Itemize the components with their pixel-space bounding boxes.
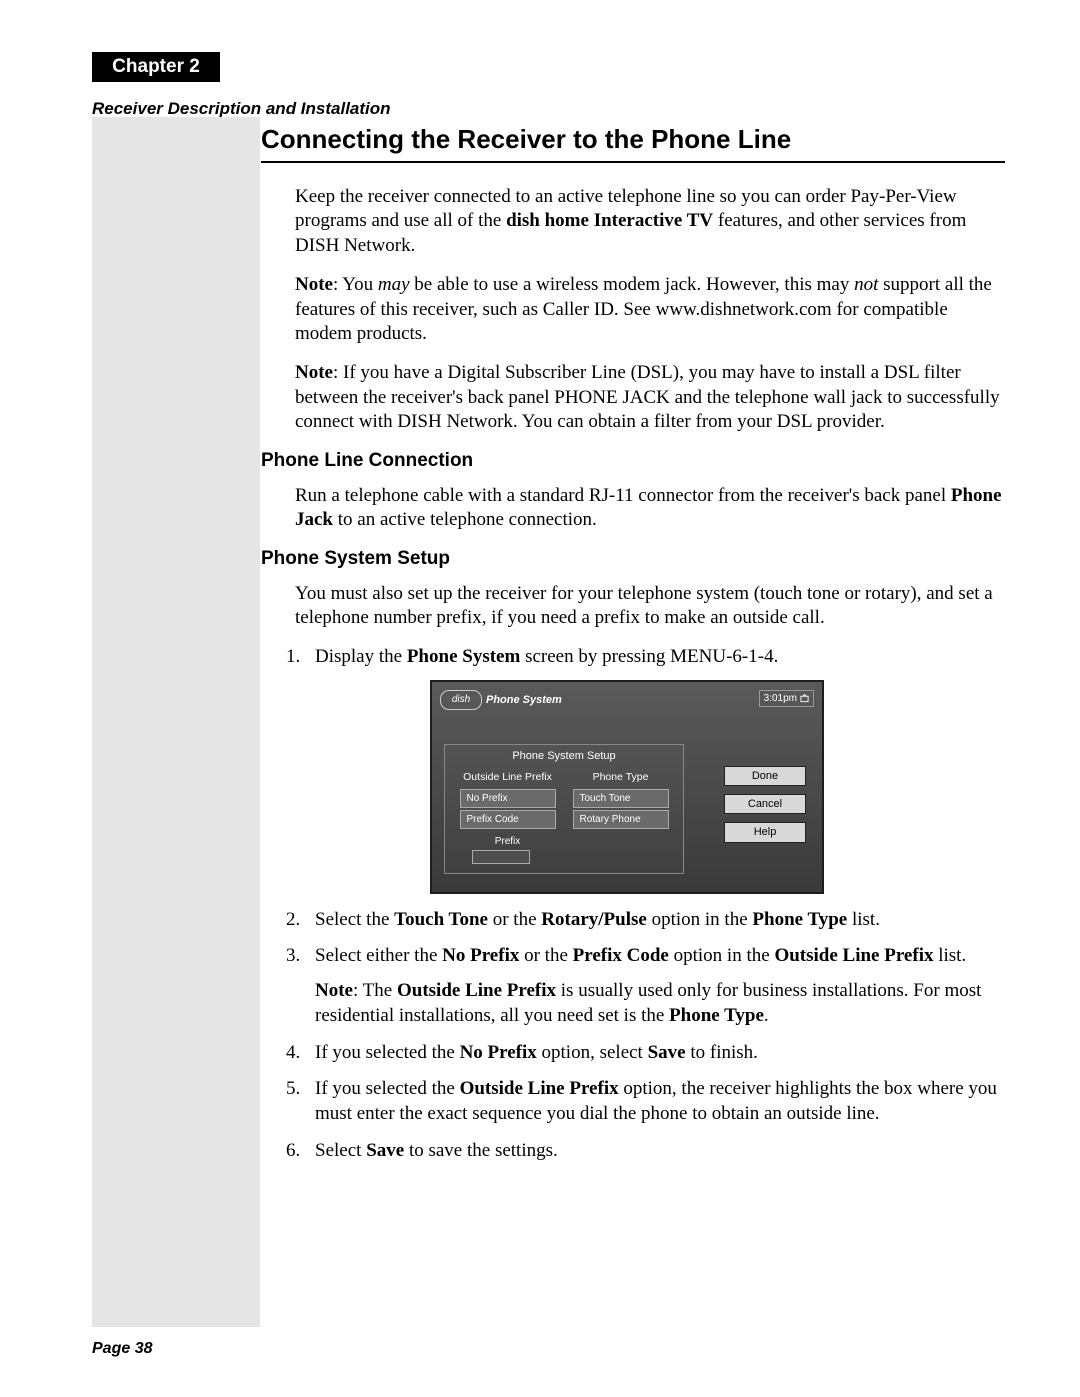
step-2: Select the Touch Tone or the Rotary/Puls…: [305, 908, 1005, 933]
text: option in the: [669, 945, 775, 966]
step-6: Select Save to save the settings.: [305, 1139, 1005, 1164]
text: option, select: [537, 1042, 648, 1063]
text: If you selected the: [315, 1078, 460, 1099]
text: If you selected the: [315, 1042, 460, 1063]
text: Run a telephone cable with a standard RJ…: [295, 485, 951, 506]
text: .: [764, 1005, 769, 1026]
note-label: Note: [295, 274, 333, 295]
note-1: Note: You may be able to use a wireless …: [295, 273, 1005, 347]
bold-text: Outside Line Prefix: [397, 980, 556, 1001]
text: to save the settings.: [404, 1140, 558, 1161]
text: : You: [333, 274, 378, 295]
text: Display the: [315, 646, 407, 667]
document-page: Chapter 2 Receiver Description and Insta…: [0, 0, 1080, 1397]
col1-head: Outside Line Prefix: [460, 771, 556, 785]
option-no-prefix[interactable]: No Prefix: [460, 789, 556, 808]
phone-line-connection-text: Run a telephone cable with a standard RJ…: [295, 484, 1005, 533]
dish-logo: dish: [440, 690, 482, 710]
text: option in the: [647, 909, 753, 930]
bold-text: Outside Line Prefix: [460, 1078, 619, 1099]
step-4: If you selected the No Prefix option, se…: [305, 1041, 1005, 1066]
page-number: Page 38: [92, 1339, 152, 1360]
text: Select: [315, 1140, 366, 1161]
tv-clock: 3:01pm: [759, 690, 814, 707]
option-prefix-code[interactable]: Prefix Code: [460, 810, 556, 829]
text: list.: [933, 945, 966, 966]
italic-text: not: [854, 274, 878, 295]
intro-block: Keep the receiver connected to an active…: [295, 185, 1005, 435]
text: list.: [847, 909, 880, 930]
text: to finish.: [686, 1042, 758, 1063]
text: Select either the: [315, 945, 442, 966]
phone-system-intro-text: You must also set up the receiver for yo…: [295, 582, 1005, 631]
text: screen by pressing MENU-6-1-4.: [520, 646, 778, 667]
col-phone-type: Phone Type Touch Tone Rotary Phone: [573, 771, 669, 864]
bold-text: Prefix Code: [573, 945, 669, 966]
prefix-label: Prefix: [460, 835, 556, 848]
subheading-phone-line-connection: Phone Line Connection: [261, 449, 1005, 474]
phone-system-intro: You must also set up the receiver for yo…: [295, 582, 1005, 631]
tv-buttons: Done Cancel Help: [724, 766, 806, 843]
help-button[interactable]: Help: [724, 822, 806, 842]
tv-screen: dish Phone System 3:01pm Phone System Se…: [430, 680, 824, 894]
bold-text: No Prefix: [442, 945, 519, 966]
step-5: If you selected the Outside Line Prefix …: [305, 1077, 1005, 1126]
tv-header: dish Phone System 3:01pm: [440, 690, 814, 710]
bold-text: Save: [366, 1140, 404, 1161]
text: : If you have a Digital Subscriber Line …: [295, 362, 1000, 432]
bold-text: Rotary/Pulse: [541, 909, 647, 930]
note-label: Note: [315, 980, 353, 1001]
content-area: Connecting the Receiver to the Phone Lin…: [261, 117, 1005, 1175]
left-margin-band: [92, 117, 260, 1327]
done-button[interactable]: Done: [724, 766, 806, 786]
col-outside-line-prefix: Outside Line Prefix No Prefix Prefix Cod…: [460, 771, 556, 864]
note-2: Note: If you have a Digital Subscriber L…: [295, 361, 1005, 435]
option-touch-tone[interactable]: Touch Tone: [573, 789, 669, 808]
title-rule: [261, 161, 1005, 163]
phone-system-setup-panel: Phone System Setup Outside Line Prefix N…: [444, 744, 684, 874]
steps-list: Display the Phone System screen by press…: [261, 645, 1005, 1163]
text: or the: [519, 945, 572, 966]
step-3: Select either the No Prefix or the Prefi…: [305, 944, 1005, 1028]
intro-paragraph-1: Keep the receiver connected to an active…: [295, 185, 1005, 259]
subheading-phone-system-setup: Phone System Setup: [261, 547, 1005, 572]
italic-text: may: [378, 274, 410, 295]
chapter-tab: Chapter 2: [92, 52, 220, 82]
tv-screenshot: dish Phone System 3:01pm Phone System Se…: [430, 680, 1005, 894]
phone-line-connection-block: Run a telephone cable with a standard RJ…: [295, 484, 1005, 533]
text: : The: [353, 980, 397, 1001]
bold-text: Outside Line Prefix: [774, 945, 933, 966]
page-title: Connecting the Receiver to the Phone Lin…: [261, 117, 1005, 157]
panel-title: Phone System Setup: [445, 749, 683, 763]
cancel-button[interactable]: Cancel: [724, 794, 806, 814]
bold-text: Touch Tone: [394, 909, 488, 930]
col2-head: Phone Type: [573, 771, 669, 785]
tv-time-text: 3:01pm: [764, 692, 797, 705]
bold-text: Phone Type: [669, 1005, 764, 1026]
bold-text: No Prefix: [460, 1042, 537, 1063]
bold-text: Phone Type: [752, 909, 847, 930]
text: be able to use a wireless modem jack. Ho…: [410, 274, 855, 295]
tv-screen-title: Phone System: [486, 693, 562, 707]
step-1: Display the Phone System screen by press…: [305, 645, 1005, 894]
bold-text: dish home Interactive TV: [506, 210, 713, 231]
panel-columns: Outside Line Prefix No Prefix Prefix Cod…: [445, 771, 683, 864]
prefix-input[interactable]: [472, 850, 530, 864]
option-rotary-phone[interactable]: Rotary Phone: [573, 810, 669, 829]
bold-text: Phone System: [407, 646, 520, 667]
text: or the: [488, 909, 541, 930]
note-label: Note: [295, 362, 333, 383]
note-3: Note: The Outside Line Prefix is usually…: [315, 979, 1005, 1028]
bold-text: Save: [648, 1042, 686, 1063]
tv-icon: [800, 694, 809, 703]
text: to an active telephone connection.: [333, 509, 597, 530]
text: Select the: [315, 909, 394, 930]
